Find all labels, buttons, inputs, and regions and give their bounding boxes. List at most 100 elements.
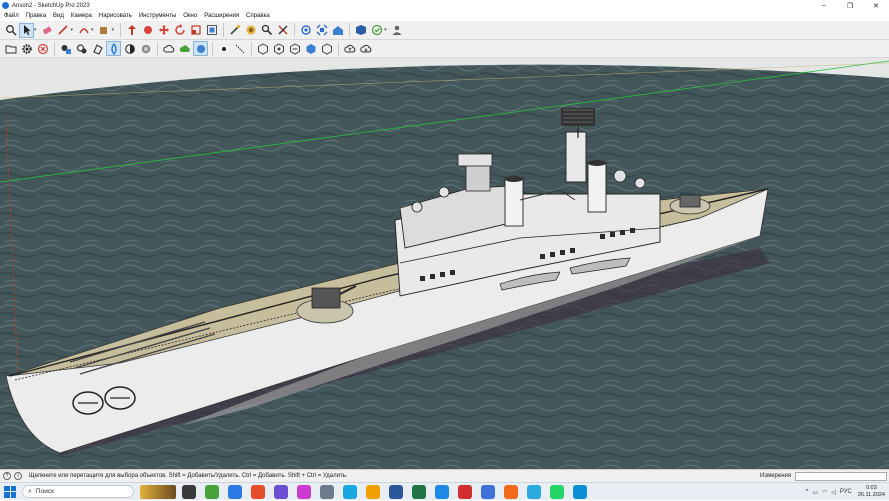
push-pull-icon[interactable] — [124, 23, 139, 38]
chevron-down-icon[interactable]: ▾ — [384, 27, 387, 33]
scale-icon[interactable] — [188, 23, 203, 38]
warehouse-icon[interactable] — [330, 23, 345, 38]
menu-file[interactable]: Файл — [4, 13, 19, 19]
measurements-input[interactable] — [795, 472, 887, 481]
whatsapp-icon[interactable] — [550, 484, 564, 499]
menu-window[interactable]: Окно — [183, 13, 197, 19]
firefox-icon[interactable] — [504, 484, 518, 499]
style-xray-icon[interactable] — [106, 41, 121, 56]
telegram-icon[interactable] — [343, 484, 357, 499]
radar-dome — [457, 153, 493, 167]
chrome-icon[interactable] — [228, 484, 242, 499]
hexagon-icon[interactable] — [271, 41, 286, 56]
hexagon-icon[interactable] — [287, 41, 302, 56]
network-icon[interactable]: ▭ — [812, 489, 818, 496]
taskbar-app-icon[interactable] — [297, 484, 311, 499]
paint-bucket-icon[interactable] — [97, 23, 112, 38]
menu-view[interactable]: Вид — [53, 13, 64, 19]
dimension-icon[interactable] — [232, 41, 247, 56]
chevron-down-icon[interactable]: ▾ — [71, 27, 74, 33]
cloud-upload-icon[interactable] — [342, 41, 357, 56]
excel-icon[interactable] — [412, 484, 426, 499]
widgets-icon[interactable] — [140, 484, 176, 499]
orbit-icon[interactable] — [259, 23, 274, 38]
arc-icon[interactable] — [76, 23, 91, 38]
file-explorer-icon[interactable] — [366, 484, 380, 499]
taskbar-app-icon[interactable] — [458, 484, 472, 499]
offset-icon[interactable] — [204, 23, 219, 38]
dot-icon[interactable] — [216, 41, 231, 56]
hexagon-icon[interactable] — [255, 41, 270, 56]
word-icon[interactable] — [389, 484, 403, 499]
search-icon[interactable] — [3, 23, 18, 38]
chevron-down-icon[interactable]: ▾ — [91, 27, 94, 33]
menu-edit[interactable]: Правка — [26, 13, 46, 19]
folder-open-icon[interactable] — [3, 41, 18, 56]
taskbar-app-icon[interactable] — [205, 484, 219, 499]
brave-icon[interactable] — [251, 484, 265, 499]
sync-icon[interactable] — [193, 41, 208, 56]
cloud-upload-icon[interactable] — [161, 41, 176, 56]
hexagon-icon[interactable] — [319, 41, 334, 56]
eraser-icon[interactable] — [40, 23, 55, 38]
volume-icon[interactable]: ◁ — [831, 489, 836, 496]
clock[interactable]: 0:03 26.11.2024 — [858, 485, 885, 499]
maximize-button[interactable]: ❐ — [837, 0, 863, 11]
components-3d-icon[interactable] — [90, 41, 105, 56]
pencil-line-icon[interactable] — [56, 23, 71, 38]
move-icon[interactable] — [156, 23, 171, 38]
window-title: Anson2 - SketchUp Pro 2023 — [12, 2, 90, 9]
select-arrow-icon[interactable] — [19, 22, 34, 38]
paint-icon[interactable] — [243, 23, 258, 38]
model-viewport[interactable] — [0, 58, 889, 469]
main-mast — [565, 131, 587, 183]
gun-turret-aft — [679, 194, 701, 208]
no-entry-icon[interactable] — [35, 41, 50, 56]
hexagon-icon[interactable] — [303, 41, 318, 56]
pan-icon[interactable] — [275, 23, 290, 38]
minimize-button[interactable]: – — [811, 0, 837, 11]
style-textured-icon[interactable] — [138, 41, 153, 56]
zoom-extents-icon[interactable] — [314, 23, 329, 38]
taskbar-search[interactable]: ⌕ Поиск — [22, 485, 134, 498]
menu-tools[interactable]: Инструменты — [139, 13, 176, 19]
group-icon[interactable] — [74, 41, 89, 56]
chevron-up-icon[interactable]: ^ — [805, 489, 808, 495]
wifi-icon[interactable]: ◠ — [822, 489, 827, 496]
cloud-download-icon[interactable] — [358, 41, 373, 56]
layout-icon[interactable] — [369, 23, 384, 38]
taskbar-app-icon[interactable] — [320, 484, 334, 499]
account-icon[interactable] — [390, 23, 405, 38]
skype-icon[interactable] — [573, 484, 587, 499]
gear-icon[interactable] — [19, 41, 34, 56]
ship-model-scene[interactable] — [0, 58, 889, 469]
taskbar-app-icon[interactable] — [274, 484, 288, 499]
info-icon[interactable]: ? — [3, 472, 11, 480]
menu-camera[interactable]: Камера — [71, 13, 92, 19]
extension-warehouse-icon[interactable] — [353, 23, 368, 38]
chevron-down-icon[interactable]: ▾ — [34, 27, 37, 33]
windows-start-icon[interactable] — [4, 485, 16, 498]
style-shaded-icon[interactable] — [122, 41, 137, 56]
menu-draw[interactable]: Нарисовать — [99, 13, 132, 19]
cloud-download-icon[interactable] — [177, 41, 192, 56]
menu-extensions[interactable]: Расширения — [204, 13, 239, 19]
status-hint: Щелкните или перетащите для выбора объек… — [29, 473, 348, 479]
task-view-icon[interactable] — [182, 484, 196, 499]
chevron-down-icon[interactable]: ▾ — [112, 27, 115, 33]
tape-measure-icon[interactable] — [227, 23, 242, 38]
follow-me-icon[interactable] — [140, 23, 155, 38]
edge-icon[interactable] — [435, 484, 449, 499]
window-controls: – ❐ ✕ — [811, 0, 889, 11]
sketchup-icon[interactable] — [481, 484, 495, 499]
language-indicator[interactable]: РУС — [840, 489, 852, 495]
geo-location-icon[interactable]: i — [14, 472, 22, 480]
taskbar-app-icon[interactable] — [527, 484, 541, 499]
component-icon[interactable] — [58, 41, 73, 56]
system-tray: ^ ▭ ◠ ◁ РУС 0:03 26.11.2024 — [801, 483, 885, 501]
close-button[interactable]: ✕ — [863, 0, 889, 11]
toolbar-separator — [223, 23, 225, 37]
zoom-icon[interactable] — [298, 23, 313, 38]
rotate-icon[interactable] — [172, 23, 187, 38]
menu-help[interactable]: Справка — [246, 13, 270, 19]
